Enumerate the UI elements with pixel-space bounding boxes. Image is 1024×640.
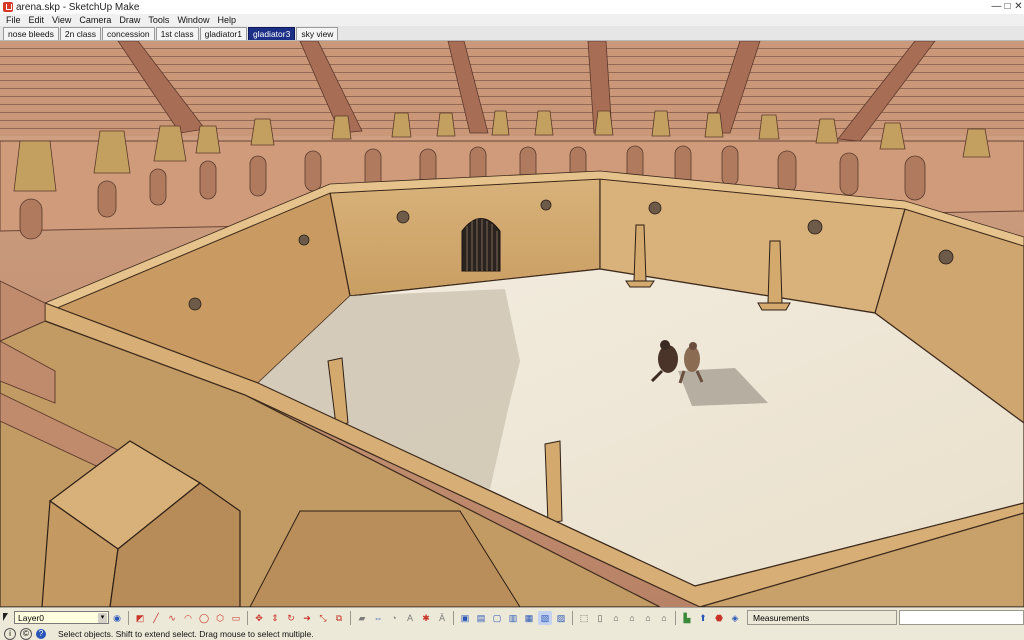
tape-measure-icon[interactable]: ▰ (355, 611, 369, 625)
arena-scene (0, 41, 1024, 607)
back-icon[interactable]: ⌂ (641, 611, 655, 625)
extension-icon[interactable]: ⬣ (712, 611, 726, 625)
3dtext-icon[interactable]: Ä (435, 611, 449, 625)
toolbar-separator (247, 610, 248, 625)
text-icon[interactable]: A (403, 611, 417, 625)
menu-help[interactable]: Help (213, 15, 240, 25)
minimize-button[interactable]: — (991, 1, 1002, 13)
monochrome-icon[interactable]: ▨ (554, 611, 568, 625)
textured-icon[interactable]: ▧ (538, 610, 552, 625)
arena-gate (461, 218, 501, 272)
menu-tools[interactable]: Tools (144, 15, 173, 25)
3dwarehouse-icon[interactable]: ◈ (728, 611, 742, 625)
title-bar: arena.skp - SketchUp Make — □ ✕ (0, 0, 1024, 15)
menu-view[interactable]: View (48, 15, 75, 25)
menu-draw[interactable]: Draw (115, 15, 144, 25)
menu-edit[interactable]: Edit (25, 15, 49, 25)
wireframe-icon[interactable]: ▢ (490, 611, 504, 625)
xray-icon[interactable]: ▣ (458, 611, 472, 625)
iso-icon[interactable]: ⬚ (577, 611, 591, 625)
maximize-button[interactable]: □ (1002, 1, 1013, 13)
scene-tab[interactable]: sky view (296, 26, 339, 40)
window-controls: — □ ✕ (991, 1, 1024, 13)
followme-icon[interactable]: ➜ (300, 611, 314, 625)
scene-tab[interactable]: concession (102, 26, 155, 40)
toolbar-separator (675, 610, 676, 625)
pushpull-icon[interactable]: ⇕ (268, 611, 282, 625)
hiddenline-icon[interactable]: ▥ (506, 611, 520, 625)
measurements-label: Measurements (747, 610, 897, 625)
freehand-icon[interactable]: ∿ (165, 611, 179, 625)
move-icon[interactable]: ✥ (252, 611, 266, 625)
layer-manager-icon[interactable]: ◉ (110, 611, 124, 625)
shaded-icon[interactable]: ▦ (522, 611, 536, 625)
measurements-input[interactable] (899, 610, 1024, 625)
menu-camera[interactable]: Camera (75, 15, 115, 25)
line-icon[interactable]: ╱ (149, 611, 163, 625)
top-icon[interactable]: ▯ (593, 611, 607, 625)
arc-icon[interactable]: ◠ (181, 611, 195, 625)
menu-bar: File Edit View Camera Draw Tools Window … (0, 14, 1024, 26)
geo-location-icon[interactable]: i (4, 627, 16, 640)
gate-bars (466, 219, 498, 271)
scene-tab[interactable]: gladiator1 (199, 26, 247, 40)
credits-icon[interactable]: © (20, 627, 32, 640)
menu-file[interactable]: File (2, 15, 25, 25)
axes-icon[interactable]: ✱ (419, 611, 433, 625)
layer-value: Layer0 (18, 612, 44, 623)
offset-icon[interactable]: ⧉ (332, 611, 346, 625)
protractor-icon[interactable]: ◔ (387, 611, 401, 625)
scene-tab[interactable]: 2n class (59, 26, 102, 40)
sketchup-icon (3, 2, 13, 12)
front-icon[interactable]: ⌂ (609, 611, 623, 625)
scene-tab-active[interactable]: gladiator3 (247, 26, 296, 40)
scene-tab[interactable]: nose bleeds (3, 26, 59, 40)
bottom-toolbar: Layer0 ▾ ◉ ◩ ╱ ∿ ◠ ◯ ⬡ ▭ ✥ ⇕ ↻ ➜ ⤡ ⧉ ▰ ⇔… (0, 607, 1024, 627)
rotate-icon[interactable]: ↻ (284, 611, 298, 625)
select-icon[interactable]: ◩ (133, 611, 147, 625)
share-icon[interactable]: ⬆ (696, 611, 710, 625)
window-title: arena.skp - SketchUp Make (16, 1, 140, 13)
backedges-icon[interactable]: ▤ (474, 611, 488, 625)
scale-icon[interactable]: ⤡ (316, 611, 330, 625)
menu-window[interactable]: Window (173, 15, 213, 25)
status-text: Select objects. Shift to extend select. … (58, 628, 314, 639)
toolbar-separator (350, 610, 351, 625)
toolbar-separator (453, 610, 454, 625)
help-icon[interactable]: ? (36, 628, 46, 639)
toolbar-separator (128, 610, 129, 625)
cursor-arrow-icon (3, 612, 11, 623)
rectangle-icon[interactable]: ▭ (229, 611, 243, 625)
scene-tabs: nose bleeds 2n class concession 1st clas… (0, 26, 1024, 41)
scene-tab[interactable]: 1st class (155, 26, 199, 40)
left-icon[interactable]: ⌂ (657, 611, 671, 625)
warehouse-icon[interactable]: ▙ (680, 611, 694, 625)
circle-icon[interactable]: ◯ (197, 611, 211, 625)
polygon-icon[interactable]: ⬡ (213, 611, 227, 625)
layer-select[interactable]: Layer0 ▾ (14, 611, 109, 624)
close-button[interactable]: ✕ (1013, 1, 1024, 13)
model-viewport[interactable] (0, 41, 1024, 607)
toolbar-separator (572, 610, 573, 625)
right-icon[interactable]: ⌂ (625, 611, 639, 625)
dimension-icon[interactable]: ⇔ (371, 611, 385, 625)
chevron-down-icon[interactable]: ▾ (98, 613, 107, 623)
status-bar: i © ? Select objects. Shift to extend se… (0, 627, 1024, 640)
